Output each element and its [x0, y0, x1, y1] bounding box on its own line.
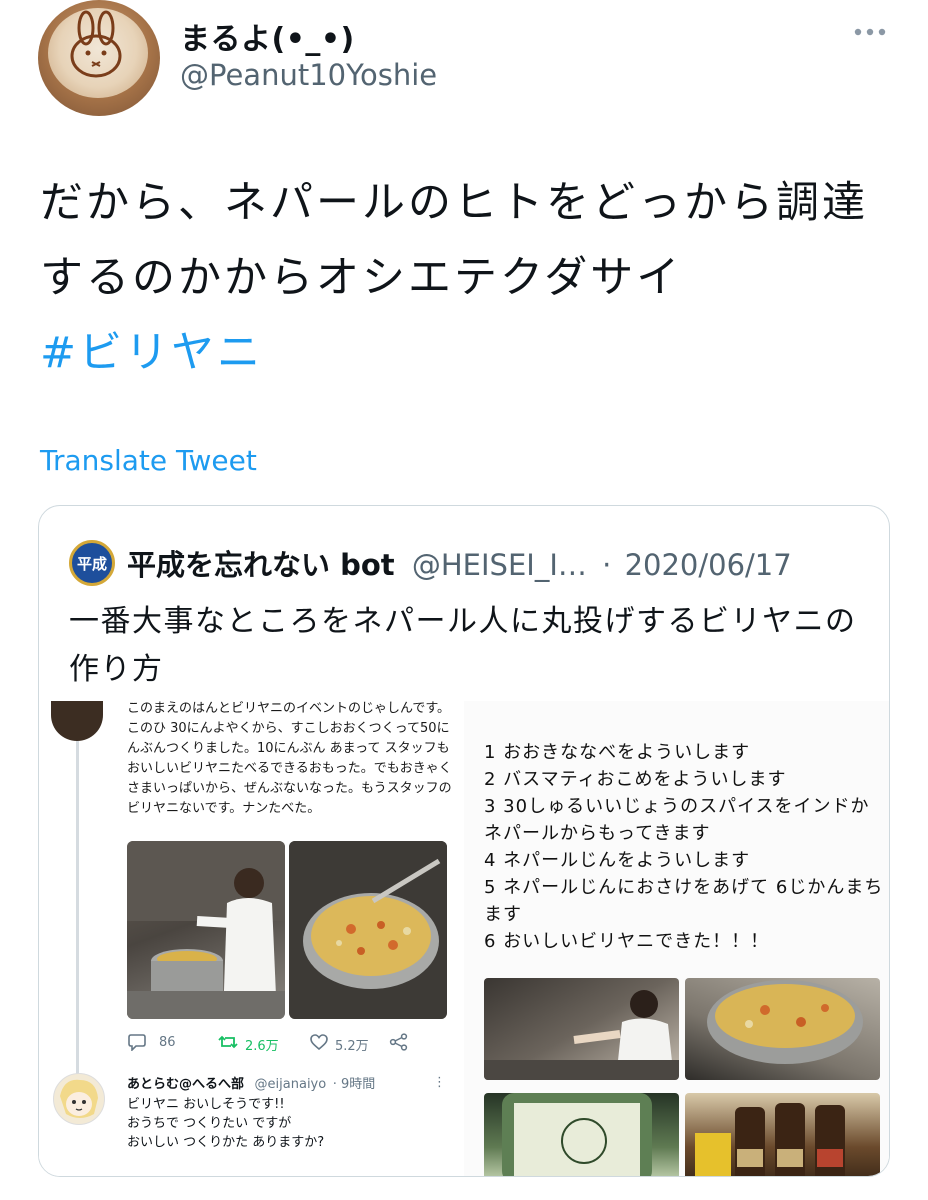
reply-author-name: あとらむ@へるへ部: [127, 1077, 245, 1092]
recipe-step: 5 ネパールじんにおさけをあげて 6じかんまちます: [484, 877, 884, 925]
reply-line: ビリヤニ おいしそうです!!: [127, 1097, 285, 1112]
recipe-photo-beer: [685, 1093, 880, 1176]
quoted-tweet-date: 2020/06/17: [624, 548, 792, 582]
left-post-actions: 86 2.6万 5.2万: [127, 1033, 427, 1057]
reply-text: ビリヤニ おいしそうです!! おうちで つくりたい ですが おいしい つくりかた…: [127, 1095, 427, 1152]
reply-line: おうちで つくりたい ですが: [127, 1116, 292, 1131]
recipe-step: 3 30しゅるいいじょうのスパイスをインドかネパールからもってきます: [484, 796, 870, 844]
like-count: 5.2万: [335, 1039, 369, 1054]
quoted-tweet-text: 一番大事なところをネパール人に丸投げするビリヤニの作り方: [69, 604, 857, 687]
hashtag-link[interactable]: #ビリヤニ: [40, 318, 263, 380]
quoted-tweet-header: 平成を忘れない bot @HEISEI_I… · 2020/06/17: [127, 542, 792, 584]
recipe-step: 1 おおきななべをよういします: [484, 742, 751, 763]
quoted-author-name: 平成を忘れない bot: [127, 548, 395, 582]
more-icon[interactable]: [850, 22, 890, 42]
latte-art-image: [48, 8, 148, 98]
quoted-author-avatar: 平成: [69, 540, 115, 586]
reply-author-line: あとらむ@へるへ部 @eijanaiyo · 9時間: [127, 1073, 375, 1092]
reply-time: · 9時間: [332, 1077, 376, 1092]
translate-tweet-link[interactable]: Translate Tweet: [40, 444, 257, 477]
author-avatar[interactable]: [38, 0, 160, 116]
tweet-text: だから、ネパールのヒトをどっから調達するのかからオシエテクダサイ: [40, 178, 868, 303]
recipe-photo-pot: [685, 978, 880, 1080]
media-left-screenshot[interactable]: このまえのはんとビリヤニのイベントのじゃしんです。このひ 30にんよやくから、す…: [39, 701, 464, 1176]
meta-separator: ·: [602, 548, 612, 582]
reply-author-handle: @eijanaiyo: [254, 1077, 327, 1092]
thread-line: [76, 741, 79, 1081]
recipe-photo-bottle: [484, 1093, 679, 1176]
thread-avatar: [51, 701, 103, 741]
media-right-screenshot[interactable]: 1 おおきななべをよういします 2 バスマティおこめをよういします 3 30しゅ…: [464, 701, 889, 1176]
reply-line: おいしい つくりかた ありますか?: [127, 1135, 325, 1150]
recipe-step: 6 おいしいビリヤニできた！！！: [484, 931, 770, 952]
recipe-step: 4 ネパールじんをよういします: [484, 850, 751, 871]
quoted-media[interactable]: このまえのはんとビリヤニのイベントのじゃしんです。このひ 30にんよやくから、す…: [39, 701, 889, 1176]
biryani-photo-pot: [289, 841, 447, 1019]
reply-icon[interactable]: [127, 1033, 147, 1055]
author-display-name[interactable]: まるよ(•_•): [180, 14, 355, 58]
recipe-list: 1 おおきななべをよういします 2 バスマティおこめをよういします 3 30しゅ…: [484, 739, 884, 955]
recipe-photo-chef: [484, 978, 679, 1080]
retweet-icon[interactable]: [217, 1033, 239, 1055]
recipe-step: 2 バスマティおこめをよういします: [484, 769, 787, 790]
biryani-photo-chef: [127, 841, 285, 1019]
quoted-author-handle: @HEISEI_I…: [411, 548, 587, 582]
retweet-count: 2.6万: [245, 1039, 279, 1054]
reply-count: 86: [159, 1035, 176, 1050]
left-post-text: このまえのはんとビリヤニのイベントのじゃしんです。このひ 30にんよやくから、す…: [127, 701, 452, 816]
quoted-tweet-card[interactable]: 平成 平成を忘れない bot @HEISEI_I… · 2020/06/17 一…: [38, 505, 890, 1177]
like-icon[interactable]: [309, 1033, 329, 1055]
share-icon[interactable]: [389, 1033, 409, 1055]
reply-more-icon[interactable]: ⋮: [433, 1075, 446, 1090]
author-handle[interactable]: @Peanut10Yoshie: [180, 58, 437, 92]
reply-avatar: [53, 1073, 105, 1125]
